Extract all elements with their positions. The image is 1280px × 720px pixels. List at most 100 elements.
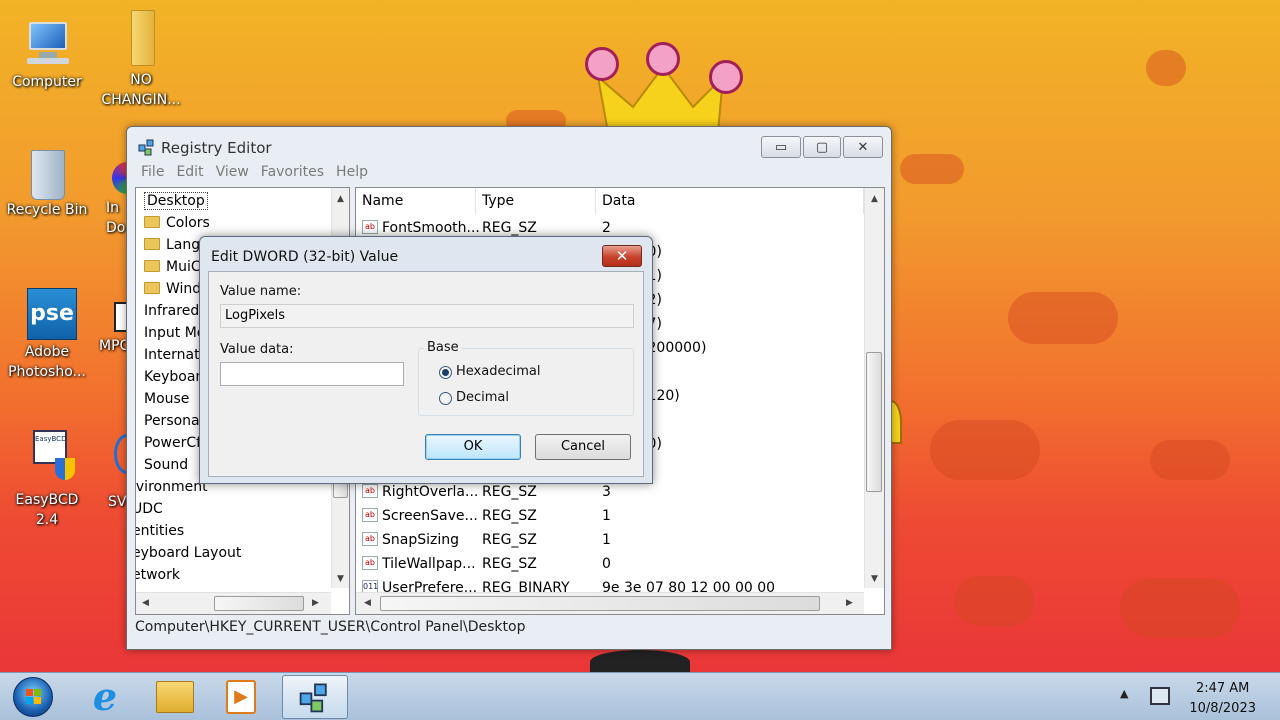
scroll-right-arrow[interactable]: ▶ (846, 598, 853, 608)
bg-bubble (954, 576, 1034, 626)
tree-item[interactable]: Internati (144, 344, 203, 366)
show-hidden-icons-icon[interactable]: ▲ (1120, 687, 1128, 700)
internet-explorer-icon: e (92, 674, 118, 719)
tree-item[interactable]: MuiC (144, 256, 201, 278)
tree-item[interactable]: Mouse (144, 388, 189, 410)
maximize-button[interactable]: ▢ (803, 136, 841, 158)
start-orb-icon (13, 677, 53, 717)
dialog-close-button[interactable]: ✕ (602, 245, 642, 267)
value-type: REG_SZ (482, 532, 537, 548)
registry-editor-icon (138, 139, 154, 156)
value-data: 0 (602, 556, 611, 572)
menu-view[interactable]: View (210, 163, 255, 185)
tree-item[interactable]: UDC (135, 498, 163, 520)
string-value-icon: ab (362, 556, 378, 570)
hexadecimal-label[interactable]: Hexadecimal (456, 364, 540, 379)
tree-item[interactable]: Desktop (144, 190, 208, 212)
values-vertical-scrollbar[interactable]: ▲ ▼ (864, 188, 884, 588)
column-header-name[interactable]: Name (356, 188, 476, 214)
desktop-icon-computer[interactable]: Computer (4, 18, 90, 92)
scroll-up-arrow[interactable]: ▲ (337, 194, 344, 204)
cancel-button[interactable]: Cancel (535, 434, 631, 460)
value-name: SnapSizing (382, 532, 459, 548)
desktop-icon-recycle-bin[interactable]: Recycle Bin (4, 146, 90, 220)
taskbar-media-player[interactable]: ▶ (212, 677, 270, 717)
dialog-body: Value name: LogPixels Value data: Base H… (208, 271, 644, 477)
tree-item-label: PowerCf (144, 435, 202, 451)
value-name: TileWallpap... (382, 556, 476, 572)
column-header-type[interactable]: Type (476, 188, 596, 214)
network-icon[interactable] (1150, 687, 1170, 705)
bg-bubble (1146, 50, 1186, 86)
tree-item[interactable]: PowerCf (144, 432, 201, 454)
value-data-field[interactable] (220, 362, 404, 386)
taskbar-registry-editor[interactable] (282, 675, 348, 719)
tree-item[interactable]: Sound (144, 454, 188, 476)
desktop-icon-folder[interactable]: NO CHANGIN... (98, 8, 184, 110)
title-bar[interactable]: Registry Editor ▭ ▢ ✕ (127, 127, 891, 167)
value-name-field[interactable]: LogPixels (220, 304, 634, 328)
column-header-data[interactable]: Data (596, 188, 864, 214)
tree-item-label: Desktop (144, 192, 208, 210)
desktop-icon-photoshop[interactable]: pse Adobe Photosho... (4, 288, 90, 382)
tree-item[interactable]: Lang (144, 234, 200, 256)
maximize-icon: ▢ (815, 139, 829, 155)
desktop-icon-label: Adobe Photosho... (8, 344, 86, 380)
value-row[interactable]: ab TileWallpap... REG_SZ 0 (356, 552, 864, 576)
close-icon: ✕ (615, 247, 629, 265)
tree-horizontal-scrollbar[interactable]: ◀ ▶ (136, 592, 331, 614)
desktop-icon-label: Recycle Bin (6, 202, 88, 218)
tree-item[interactable]: Keyboar (144, 366, 201, 388)
start-button[interactable] (4, 677, 62, 717)
edit-dword-dialog[interactable]: Edit DWORD (32-bit) Value ✕ Value name: … (199, 236, 653, 484)
tree-item[interactable]: entities (136, 520, 184, 542)
bg-bubble (1008, 292, 1118, 344)
taskbar-internet-explorer[interactable]: e (76, 677, 134, 717)
menu-favorites[interactable]: Favorites (255, 163, 330, 185)
menu-help[interactable]: Help (330, 163, 374, 185)
scroll-down-arrow[interactable]: ▼ (871, 574, 878, 584)
tree-item-label: UDC (135, 501, 163, 517)
value-row[interactable]: ab ScreenSave... REG_SZ 1 (356, 504, 864, 528)
tree-item-label: Infrared (144, 303, 200, 319)
close-button[interactable]: ✕ (843, 136, 883, 158)
system-clock[interactable]: 2:47 AM 10/8/2023 (1189, 679, 1256, 719)
scroll-left-arrow[interactable]: ◀ (364, 598, 371, 608)
menu-file[interactable]: File (135, 163, 170, 185)
scroll-up-arrow[interactable]: ▲ (871, 194, 878, 204)
minimize-button[interactable]: ▭ (761, 136, 801, 158)
menu-edit[interactable]: Edit (170, 163, 209, 185)
decimal-radio[interactable] (439, 392, 452, 405)
easybcd-icon: EasyBCD (21, 428, 75, 480)
tree-item-label: Mouse (144, 391, 190, 407)
clock-time: 2:47 AM (1195, 681, 1250, 696)
desktop-icon-easybcd[interactable]: EasyBCD EasyBCD 2.4 (4, 428, 90, 530)
decimal-label[interactable]: Decimal (456, 390, 509, 405)
scroll-right-arrow[interactable]: ▶ (312, 598, 319, 608)
tree-item[interactable]: Input Me (144, 322, 205, 344)
scroll-left-arrow[interactable]: ◀ (142, 598, 149, 608)
scroll-down-arrow[interactable]: ▼ (337, 574, 344, 584)
tree-item-label: Colors (166, 215, 210, 231)
tree-item[interactable]: Persona (144, 410, 200, 432)
value-data-label: Value data: (220, 342, 294, 357)
scroll-thumb[interactable] (214, 596, 304, 611)
tree-item[interactable]: Infrared (144, 300, 199, 322)
tree-item[interactable]: ivironment (136, 476, 208, 498)
tree-item[interactable]: Wind (144, 278, 201, 300)
hexadecimal-radio[interactable] (439, 366, 452, 379)
scroll-thumb[interactable] (866, 352, 882, 492)
folder-icon (144, 260, 160, 272)
values-horizontal-scrollbar[interactable]: ◀ ▶ (356, 592, 864, 614)
taskbar-windows-explorer[interactable] (146, 677, 204, 717)
tree-item[interactable]: etwork (136, 564, 180, 586)
tree-item[interactable]: eyboard Layout (136, 542, 241, 564)
recycle-bin-icon (21, 146, 73, 200)
bg-bubble (1150, 440, 1230, 480)
value-name-label: Value name: (220, 284, 302, 299)
value-row[interactable]: ab SnapSizing REG_SZ 1 (356, 528, 864, 552)
tree-item[interactable]: Colors (144, 212, 210, 234)
tree-item-label: Sound (144, 457, 189, 473)
ok-button[interactable]: OK (425, 434, 521, 460)
scroll-thumb[interactable] (380, 596, 820, 611)
